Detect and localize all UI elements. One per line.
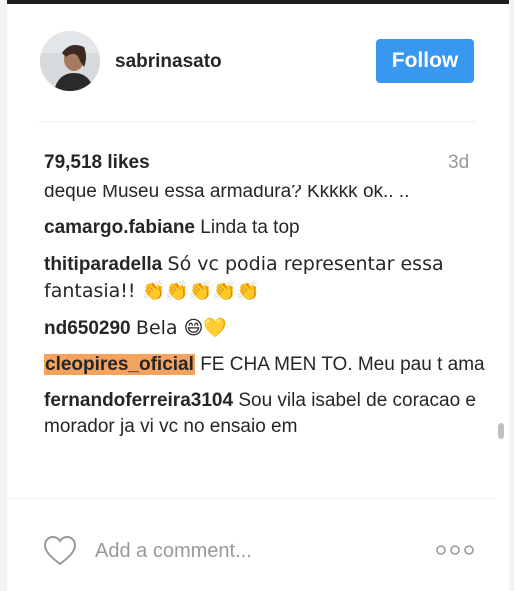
comment-item: camargo.fabiane Linda ta top: [44, 215, 494, 241]
comment-item: deque Museu essa armadura? Kkkkk ok.. ..: [44, 185, 494, 205]
comment-text: Linda ta top: [200, 217, 300, 238]
username[interactable]: sabrinasato: [115, 51, 222, 73]
comments-section[interactable]: deque Museu essa armadura? Kkkkk ok.. ..…: [44, 185, 494, 485]
scrollbar-thumb[interactable]: [498, 423, 504, 439]
divider: [8, 498, 496, 499]
more-options-icon[interactable]: [436, 543, 474, 557]
comment-username[interactable]: thitiparadella: [44, 254, 162, 275]
heart-icon[interactable]: [43, 535, 77, 567]
post-time[interactable]: 3d: [448, 152, 469, 174]
comments-scrollbar[interactable]: [497, 198, 505, 488]
comment-input[interactable]: [95, 537, 415, 565]
post-card: sabrinasato Follow 79,518 likes 3d deque…: [0, 0, 514, 591]
avatar[interactable]: [40, 31, 100, 91]
top-strip: [0, 0, 514, 4]
comment-item: thitiparadella Só vc podia representar e…: [44, 251, 494, 305]
post-header: sabrinasato Follow: [39, 31, 475, 91]
comment-item: nd650290 Bela 😄💛: [44, 315, 494, 342]
comment-text: FE CHA MEN TO. Meu pau t ama: [200, 354, 485, 375]
card-edge-right: [509, 0, 514, 591]
comment-username[interactable]: camargo.fabiane: [44, 217, 195, 238]
comment-username-highlighted[interactable]: cleopires_oficial: [44, 354, 195, 375]
comment-username[interactable]: fernandoferreira3104: [44, 390, 233, 411]
divider: [39, 121, 475, 122]
likes-count[interactable]: 79,518 likes: [44, 152, 150, 174]
follow-button[interactable]: Follow: [376, 39, 474, 83]
comment-text: deque Museu essa armadura? Kkkkk ok.. ..: [44, 185, 410, 202]
comment-username[interactable]: nd650290: [44, 318, 131, 339]
card-edge-left: [0, 0, 7, 591]
comment-list: deque Museu essa armadura? Kkkkk ok.. ..…: [44, 185, 494, 450]
comment-item: fernandoferreira3104 Sou vila isabel de …: [44, 388, 494, 440]
post-footer: [43, 533, 475, 569]
comment-text: Bela 😄💛: [135, 317, 228, 339]
comment-item: cleopires_oficial FE CHA MEN TO. Meu pau…: [44, 352, 494, 378]
